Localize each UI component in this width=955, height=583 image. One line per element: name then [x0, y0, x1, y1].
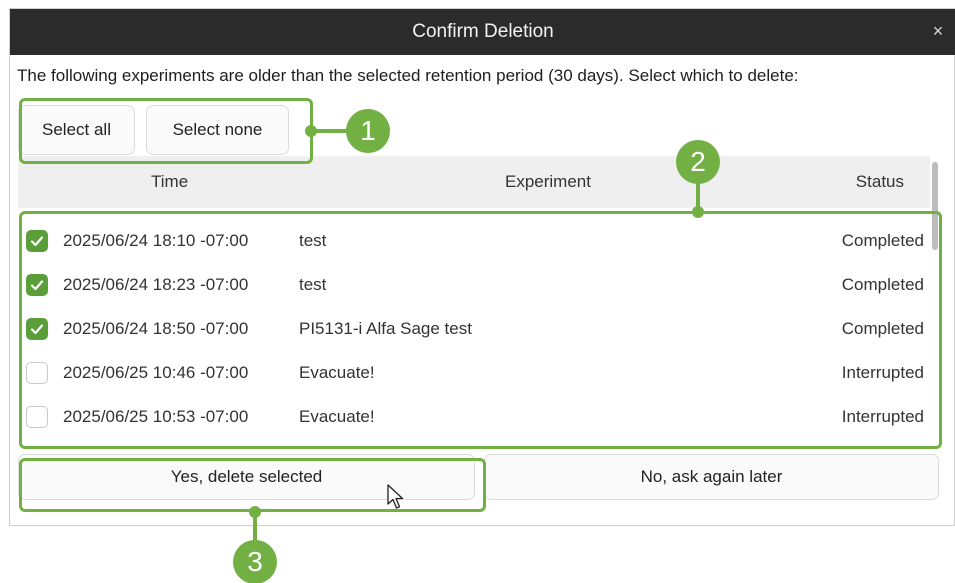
retention-message: The following experiments are older than… [17, 66, 799, 85]
row-time: 2025/06/24 18:23 -07:00 [63, 275, 249, 294]
row-checkbox[interactable] [26, 406, 48, 428]
table-row[interactable]: 2025/06/24 18:23 -07:00 test Completed [18, 263, 930, 307]
scrollbar-thumb[interactable] [932, 162, 938, 250]
callout-badge-2: 2 [676, 140, 720, 184]
checkmark-icon [30, 236, 44, 247]
row-time: 2025/06/25 10:53 -07:00 [63, 407, 249, 426]
row-checkbox[interactable] [26, 230, 48, 252]
row-status: Interrupted [841, 363, 924, 382]
row-time: 2025/06/25 10:46 -07:00 [63, 363, 249, 382]
row-status: Interrupted [841, 407, 924, 426]
ask-later-button[interactable]: No, ask again later [484, 454, 939, 500]
select-none-button[interactable]: Select none [146, 105, 289, 155]
row-experiment: test [299, 231, 327, 250]
select-all-button[interactable]: Select all [18, 105, 135, 155]
callout-dot-1 [305, 125, 317, 137]
table-scrollbar[interactable] [931, 156, 939, 440]
row-checkbox[interactable] [26, 362, 48, 384]
title-bar: Confirm Deletion × [10, 9, 955, 55]
dialog-title: Confirm Deletion [412, 21, 554, 42]
checkmark-icon [30, 280, 44, 291]
callout-dot-2 [692, 206, 704, 218]
row-checkbox[interactable] [26, 274, 48, 296]
row-experiment: PI5131-i Alfa Sage test [299, 319, 472, 338]
column-header-experiment[interactable]: Experiment [505, 172, 591, 192]
checkmark-icon [30, 324, 44, 335]
row-experiment: Evacuate! [299, 363, 375, 382]
column-header-time[interactable]: Time [151, 172, 188, 192]
table-header: Time Experiment Status [18, 156, 930, 208]
column-header-status[interactable]: Status [856, 172, 904, 192]
callout-badge-1: 1 [346, 109, 390, 153]
mouse-pointer-icon [387, 484, 404, 509]
row-status: Completed [841, 231, 924, 250]
row-checkbox[interactable] [26, 318, 48, 340]
row-experiment: test [299, 275, 327, 294]
callout-badge-3: 3 [233, 540, 277, 583]
close-icon[interactable]: × [928, 21, 948, 41]
row-experiment: Evacuate! [299, 407, 375, 426]
table-row[interactable]: 2025/06/25 10:53 -07:00 Evacuate! Interr… [18, 395, 930, 439]
table-row[interactable]: 2025/06/25 10:46 -07:00 Evacuate! Interr… [18, 351, 930, 395]
table-row[interactable]: 2025/06/24 18:10 -07:00 test Completed [18, 219, 930, 263]
row-time: 2025/06/24 18:50 -07:00 [63, 319, 249, 338]
row-status: Completed [841, 319, 924, 338]
callout-dot-3 [249, 506, 261, 518]
row-status: Completed [841, 275, 924, 294]
table-row[interactable]: 2025/06/24 18:50 -07:00 PI5131-i Alfa Sa… [18, 307, 930, 351]
row-time: 2025/06/24 18:10 -07:00 [63, 231, 249, 250]
experiments-table: Time Experiment Status 2025/06/24 18:10 … [18, 156, 930, 440]
